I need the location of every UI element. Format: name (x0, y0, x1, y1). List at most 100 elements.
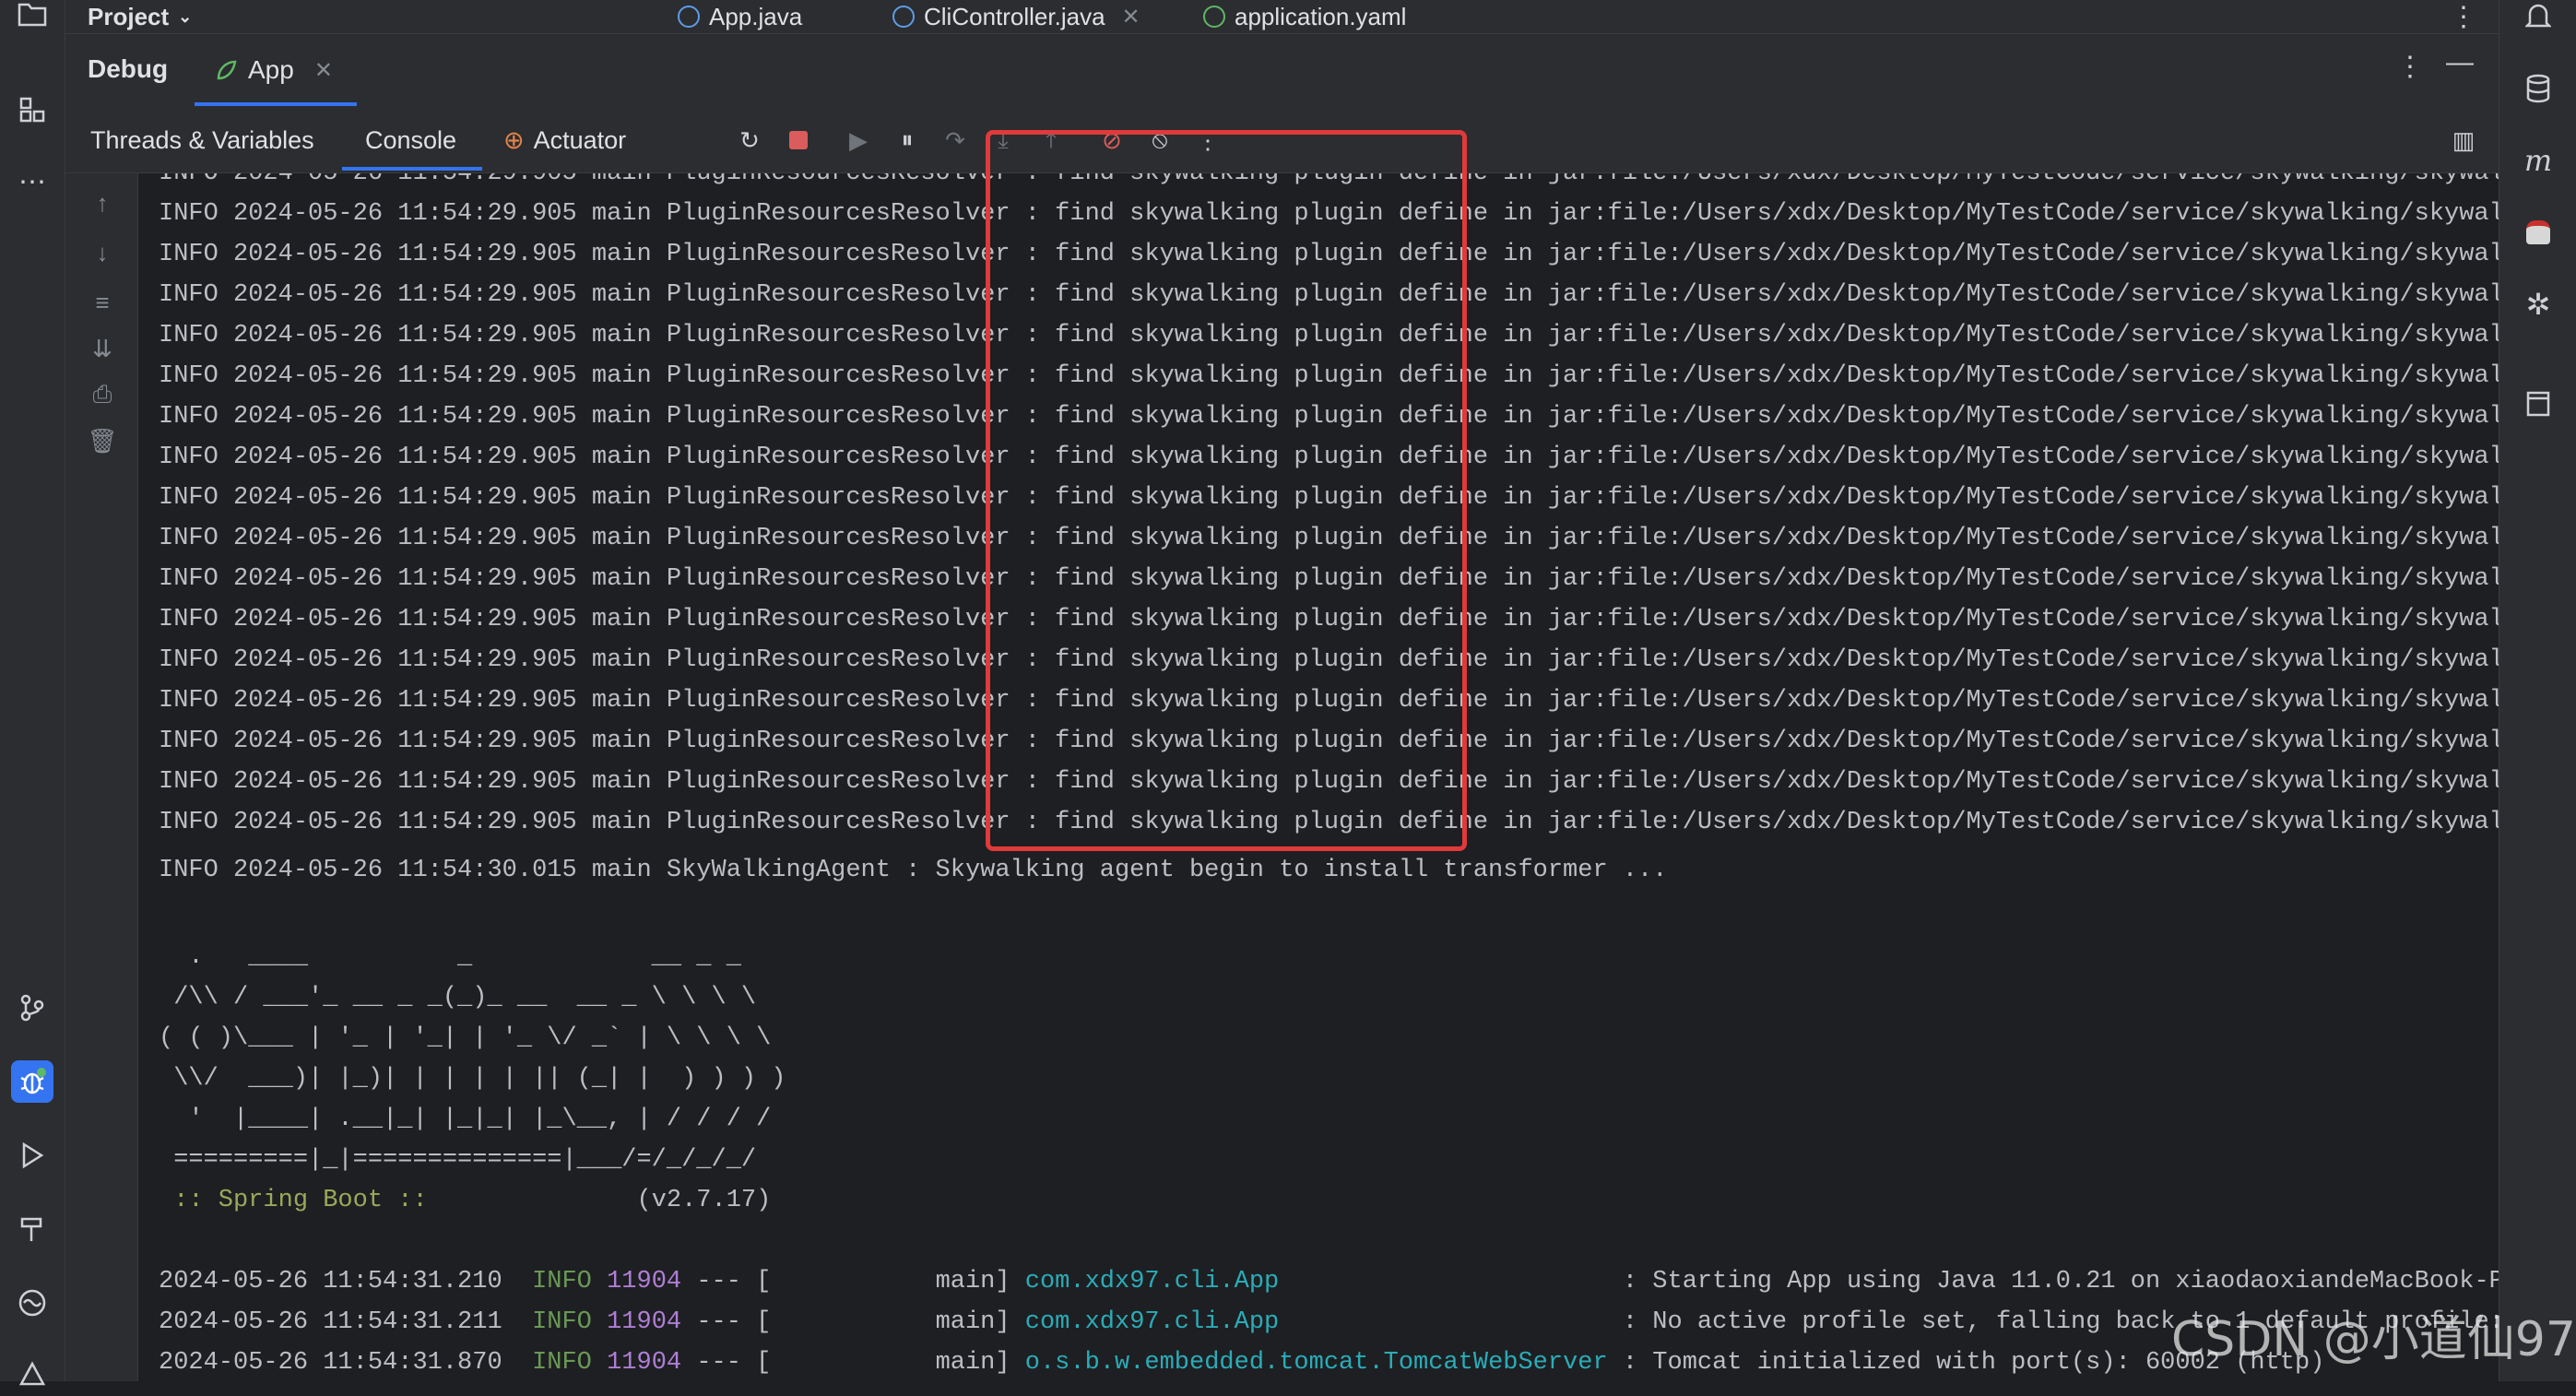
left-tool-strip: ⋯ (0, 0, 65, 1386)
tab-actuator[interactable]: ⊕ Actuator (503, 108, 626, 172)
scroll-to-end-icon[interactable]: ⇊ (86, 332, 119, 365)
log-prefix: INFO 2024-05-26 11:54:29.905 main Plugin… (159, 565, 1010, 593)
tab-label: App.java (709, 2, 803, 30)
debug-icon[interactable] (11, 1060, 53, 1103)
console-tab-underline (342, 167, 482, 171)
run-icon[interactable] (11, 1134, 53, 1177)
log-thread: main] (935, 1349, 1010, 1377)
structure-icon[interactable] (11, 89, 53, 131)
app-log-line: 2024-05-26 11:54:31.870 INFO 11904 --- [… (159, 1343, 2324, 1381)
soft-wrap-icon[interactable]: ≡ (86, 286, 119, 319)
tab-options-icon[interactable]: ⋮ (2450, 0, 2477, 33)
log-prefix: INFO 2024-05-26 11:54:29.905 main Plugin… (159, 525, 1010, 552)
more-tools-icon[interactable]: ⋯ (11, 160, 53, 203)
minimize-icon[interactable]: — (2446, 47, 2474, 78)
ai-assistant-icon[interactable]: ✲ (2516, 282, 2560, 326)
log-prefix: INFO 2024-05-26 11:54:29.905 main Plugin… (159, 444, 1010, 471)
debug-config-tab[interactable]: App ✕ (213, 47, 333, 93)
log-prefix: INFO 2024-05-26 11:54:29.905 main Plugin… (159, 728, 1010, 755)
resume-icon[interactable]: ▶ (843, 124, 874, 156)
arrow-down-icon[interactable]: ↓ (86, 236, 119, 269)
java-class-icon (892, 6, 915, 28)
pause-icon[interactable]: ⏸ (892, 124, 923, 156)
log-prefix: INFO 2024-05-26 11:54:29.905 main Plugin… (159, 484, 1010, 512)
yaml-file-icon (1203, 6, 1225, 28)
banner-line: . ____ _ __ _ _ (159, 943, 741, 971)
log-prefix: INFO 2024-05-26 11:54:29.905 main Plugin… (159, 687, 1010, 715)
rerun-icon[interactable]: ↻ (734, 124, 765, 156)
spring-app-icon (217, 60, 237, 80)
log-msg: : Starting App using Java 11.0.21 on xia… (1622, 1268, 2499, 1295)
more-options-icon[interactable]: ⋮ (2396, 51, 2424, 83)
banner-line: \\/ ___)| |_)| | | | | || (_| | ) ) ) ) (159, 1065, 786, 1093)
notifications-icon[interactable] (2516, 0, 2560, 39)
build-hammer-icon[interactable] (11, 1208, 53, 1250)
log-prefix: INFO 2024-05-26 11:54:29.905 main Plugin… (159, 768, 1010, 796)
log-prefix: INFO 2024-05-26 11:54:29.905 main Plugin… (159, 241, 1010, 268)
problems-icon[interactable] (11, 1354, 53, 1396)
stop-icon[interactable] (783, 124, 814, 156)
tab-label: application.yaml (1235, 2, 1407, 30)
database-icon[interactable] (2516, 66, 2560, 111)
banner-line: =========|_|==============|___/=/_/_/_/ (159, 1146, 757, 1174)
banner-line: /\\ / ___'_ __ _ _(_)_ __ __ _ \ \ \ \ (159, 984, 757, 1012)
tab-threads-variables[interactable]: Threads & Variables (90, 108, 314, 172)
agent-log-line: INFO 2024-05-26 11:54:30.015 main SkyWal… (159, 857, 1668, 884)
log-thread: main] (935, 1308, 1010, 1336)
bookmark-icon[interactable] (2516, 382, 2560, 426)
close-icon[interactable]: ✕ (314, 57, 333, 84)
editor-tab-bar: Project ⌄ App.java CliController.java ✕ … (65, 0, 2499, 34)
banner-line: ( ( )\___ | '_ | '_| | '_ \/ _` | \ \ \ … (159, 1024, 772, 1052)
console-gutter: ↑ ↓ ≡ ⇊ ⎙ 🗑 (65, 173, 138, 1381)
plugin-icon[interactable] (2516, 210, 2560, 254)
log-logger: com.xdx97.cli.App (1024, 1268, 1280, 1295)
log-separator: --- [ (696, 1308, 772, 1336)
project-selector[interactable]: Project ⌄ (88, 0, 192, 33)
log-logger: com.xdx97.cli.App (1024, 1308, 1280, 1336)
log-prefix: INFO 2024-05-26 11:54:29.905 main Plugin… (159, 322, 1010, 349)
print-icon[interactable]: ⎙ (86, 378, 119, 411)
folder-icon[interactable] (11, 0, 53, 35)
debug-title: Debug (88, 54, 169, 83)
layout-settings-icon[interactable]: ▥ (2448, 124, 2479, 156)
actuator-label: Actuator (533, 125, 627, 154)
log-pid: 11904 (607, 1268, 682, 1295)
tab-clicontroller-java[interactable]: CliController.java ✕ (892, 0, 1140, 33)
debug-header: Debug App ✕ ⋮ — (65, 34, 2499, 108)
log-timestamp: 2024-05-26 11:54:31.870 (159, 1349, 502, 1377)
services-icon[interactable] (11, 1282, 53, 1324)
maven-icon[interactable]: m (2516, 138, 2560, 183)
right-tool-strip: m ✲ (2499, 0, 2576, 1381)
log-logger: o.s.b.w.embedded.tomcat.TomcatWebServer (1024, 1349, 1608, 1377)
app-log-line: 2024-05-26 11:54:31.211 INFO 11904 --- [… (159, 1302, 2499, 1343)
git-icon[interactable] (11, 987, 53, 1029)
tab-console[interactable]: Console (365, 108, 456, 172)
project-label: Project (88, 2, 170, 30)
log-prefix: INFO 2024-05-26 11:54:29.905 main Plugin… (159, 403, 1010, 431)
tab-app-java[interactable]: App.java (678, 0, 802, 33)
log-prefix: INFO 2024-05-26 11:54:29.905 main Plugin… (159, 362, 1010, 390)
log-prefix: INFO 2024-05-26 11:54:29.905 main Plugin… (159, 200, 1010, 228)
step-over-icon[interactable]: ↷ (939, 124, 971, 156)
log-timestamp: 2024-05-26 11:54:31.210 (159, 1268, 502, 1295)
tab-application-yaml[interactable]: application.yaml (1203, 0, 1406, 33)
arrow-up-icon[interactable]: ↑ (86, 186, 119, 219)
close-icon[interactable]: ✕ (1122, 4, 1140, 30)
log-prefix: INFO 2024-05-26 11:54:29.905 main Plugin… (159, 646, 1010, 674)
trash-icon[interactable]: 🗑 (86, 424, 119, 457)
app-log-line: 2024-05-26 11:54:31.210 INFO 11904 --- [… (159, 1261, 2499, 1302)
spring-boot-line: :: Spring Boot :: (v2.7.17) (159, 1180, 771, 1221)
